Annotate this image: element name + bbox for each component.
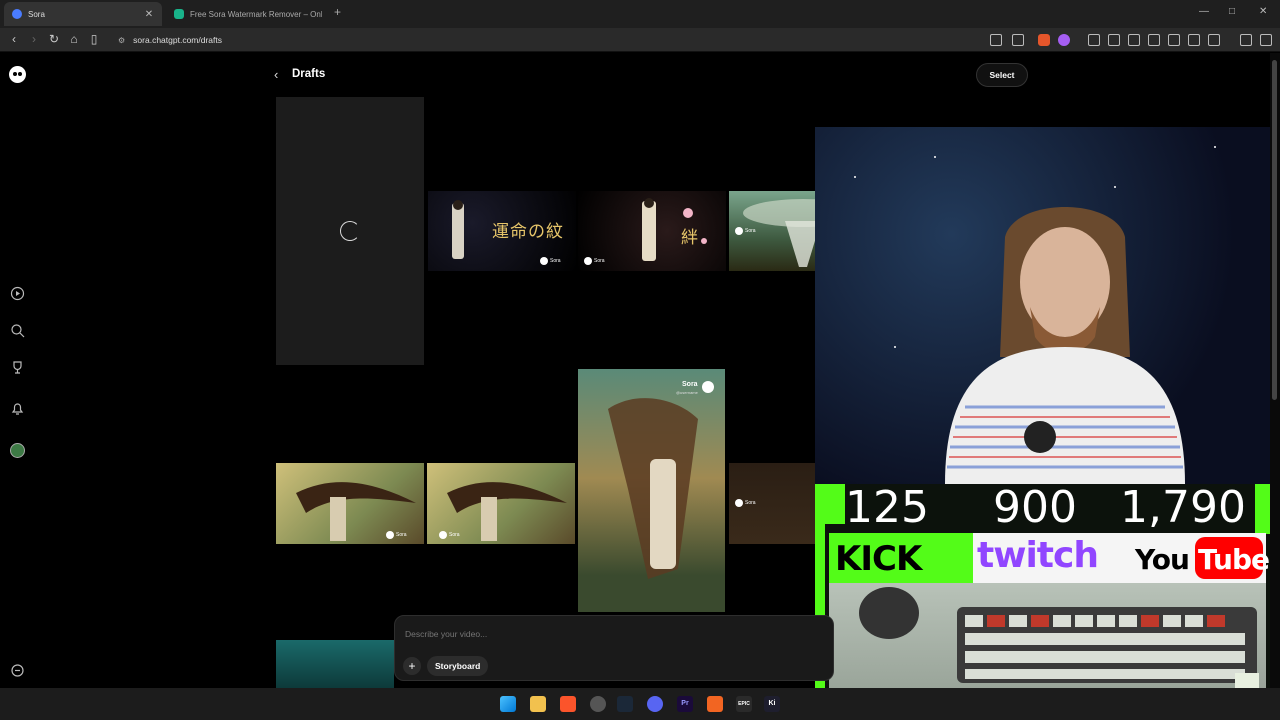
sora-watermark-handle: @username [676, 390, 698, 395]
address-bar: ‹ › ↻ ⌂ ▯ ⚙ sora.chatgpt.com/drafts [0, 28, 1280, 52]
back-icon[interactable]: ‹ [6, 32, 22, 46]
sora-watermark: Sora [540, 257, 561, 265]
sora-watermark: Sora [735, 227, 756, 235]
download-icon[interactable] [1108, 34, 1120, 46]
sora-watermark: Sora [584, 257, 605, 265]
discord-icon[interactable] [647, 696, 663, 712]
prompt-composer: + Storyboard [394, 615, 834, 681]
cast-icon[interactable] [990, 34, 1002, 46]
premiere-icon[interactable]: Pr [677, 696, 693, 712]
tab-sora[interactable]: Sora ✕ [4, 2, 162, 26]
draft-thumbnail[interactable] [276, 640, 394, 688]
key-icon[interactable] [1148, 34, 1160, 46]
tab-watermark-remover[interactable]: Free Sora Watermark Remover – Onl [166, 2, 330, 26]
tab-title: Free Sora Watermark Remover – Onl [190, 9, 322, 19]
page-scrollbar-thumb[interactable] [1272, 60, 1277, 400]
maximize-icon[interactable]: □ [1229, 6, 1235, 17]
chrome-icon[interactable] [590, 696, 606, 712]
loading-spinner-icon [340, 221, 360, 241]
explore-icon[interactable] [10, 286, 25, 301]
trophy-icon[interactable] [10, 360, 25, 375]
new-tab-button[interactable]: + [334, 5, 341, 19]
draft-thumbnail[interactable]: Sora [276, 463, 424, 544]
close-tab-icon[interactable]: ✕ [144, 9, 154, 20]
youtube-logo-you: You [1135, 543, 1190, 576]
kite-icon[interactable]: Ki [764, 696, 780, 712]
draft-thumbnail-tall[interactable]: Sora @username [578, 369, 725, 612]
sora-watermark: Sora [386, 531, 407, 539]
sora-favicon [12, 9, 22, 19]
twitch-logo: twitch [977, 535, 1099, 576]
profile-avatar[interactable] [10, 443, 25, 458]
brave-icon[interactable] [560, 696, 576, 712]
kanji-title: 絆 [681, 228, 699, 248]
describe-video-input[interactable] [405, 629, 805, 639]
windows-taskbar: Pr EPIC Ki [0, 688, 1280, 720]
watermark-remover-favicon [174, 9, 184, 19]
kanji-title: 運命の紋 [492, 222, 564, 242]
page-title: Drafts [292, 68, 326, 80]
brave-rewards-icon[interactable] [1058, 34, 1070, 46]
kick-follower-count: 125 [845, 484, 929, 533]
sora-watermark: Sora [439, 531, 460, 539]
sora-watermark-logo-icon [702, 381, 714, 393]
qr-icon[interactable] [1188, 34, 1200, 46]
forward-icon[interactable]: › [26, 32, 42, 46]
site-info-icon[interactable]: ⚙ [118, 36, 125, 45]
sora-watermark: Sora [682, 381, 698, 388]
youtube-logo-tube: Tube [1198, 543, 1270, 576]
draft-thumbnail[interactable]: 絆 Sora [578, 191, 726, 271]
tab-title: Sora [28, 9, 45, 19]
sora-watermark: Sora [735, 499, 756, 507]
more-icon[interactable] [10, 663, 25, 678]
select-button[interactable]: Select [976, 63, 1028, 87]
twitch-follower-count: 900 [993, 484, 1077, 533]
back-button[interactable]: ‹ [274, 67, 278, 82]
draft-thumbnail[interactable]: Sora [427, 463, 575, 544]
minimize-icon[interactable]: — [1199, 6, 1209, 17]
stream-counter-overlay: 125 900 1,790 KICK twitch You Tube [815, 484, 1270, 688]
reading-list-icon[interactable] [1128, 34, 1140, 46]
close-window-icon[interactable]: ✕ [1259, 6, 1267, 17]
kick-logo: KICK [835, 539, 922, 579]
youtube-subscriber-count: 1,790 [1120, 484, 1246, 533]
reload-icon[interactable]: ↻ [46, 32, 62, 46]
steam-icon[interactable] [617, 696, 633, 712]
bell-icon[interactable] [10, 401, 25, 416]
brave-shields-icon[interactable] [1038, 34, 1050, 46]
sora-sidebar [0, 53, 36, 688]
foxit-icon[interactable] [707, 696, 723, 712]
cast-screen-icon[interactable] [1208, 34, 1220, 46]
desk-camera-view [829, 583, 1266, 688]
print-icon[interactable] [1168, 34, 1180, 46]
bookmark-icon[interactable]: ▯ [86, 32, 102, 46]
storyboard-button[interactable]: Storyboard [427, 656, 489, 676]
file-explorer-icon[interactable] [530, 696, 546, 712]
home-icon[interactable]: ⌂ [66, 32, 82, 46]
menu-icon[interactable] [1260, 34, 1272, 46]
windows-start-icon[interactable] [500, 696, 516, 712]
url-field[interactable]: ⚙ sora.chatgpt.com/drafts [110, 31, 1030, 49]
tab-bar: Sora ✕ Free Sora Watermark Remover – Onl… [0, 0, 1280, 28]
webcam-overlay [815, 127, 1270, 484]
url-text: sora.chatgpt.com/drafts [133, 35, 222, 45]
search-icon[interactable] [10, 323, 25, 338]
music-icon[interactable] [1240, 34, 1252, 46]
sora-logo[interactable] [9, 66, 26, 83]
epic-games-icon[interactable]: EPIC [736, 696, 752, 712]
add-media-button[interactable]: + [403, 657, 421, 675]
sidebar-toggle-icon[interactable] [1088, 34, 1100, 46]
platform-brands-strip: KICK twitch You Tube [829, 533, 1270, 583]
draft-thumbnail[interactable]: 運命の紋 Sora [428, 191, 576, 271]
share-icon[interactable] [1012, 34, 1024, 46]
